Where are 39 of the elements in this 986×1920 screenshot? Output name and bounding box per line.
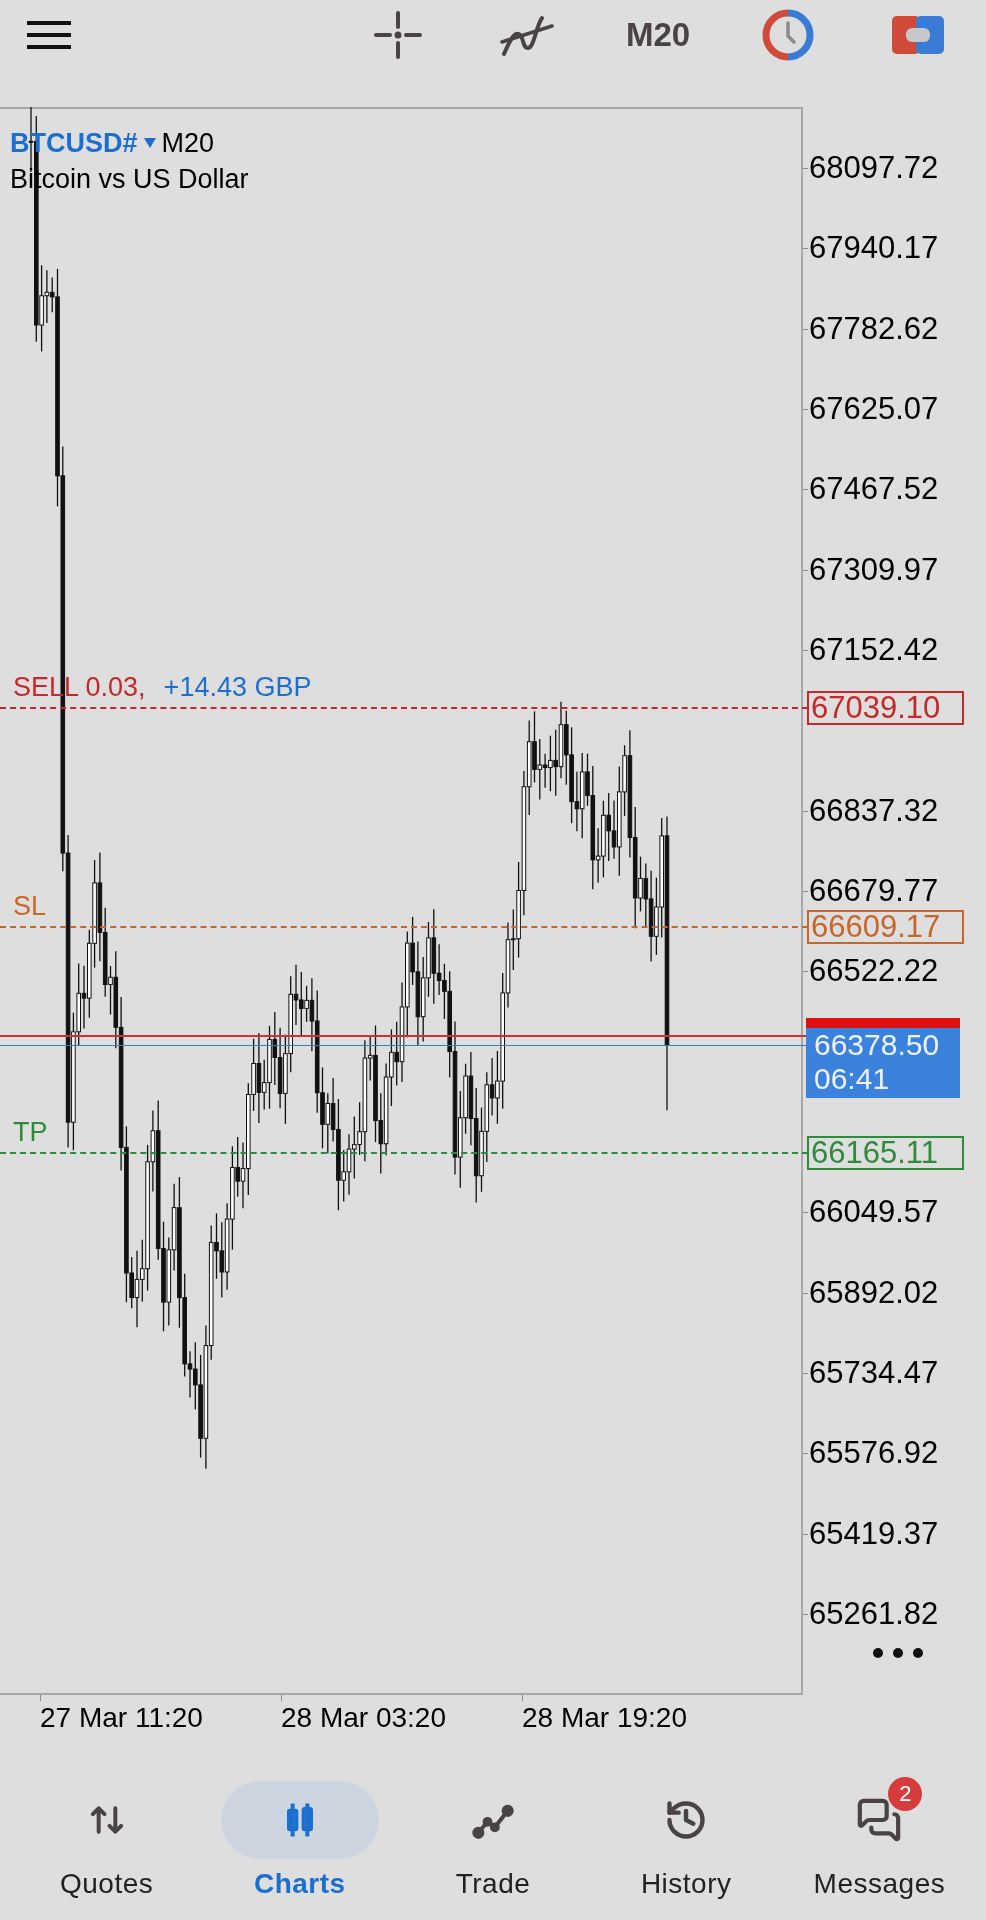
price-tick: 65576.92 — [809, 1436, 939, 1471]
price-tick: 66837.32 — [809, 793, 939, 828]
nav-tab[interactable]: Trade — [396, 1781, 590, 1901]
order-line-label: SL — [13, 891, 47, 921]
price-tick: 65419.37 — [809, 1516, 939, 1551]
order-price-tag: 67039.10 — [807, 690, 964, 725]
order-price-tag: 66609.17 — [807, 910, 964, 944]
price-tick: 66522.22 — [809, 954, 939, 989]
timeframe-button[interactable]: M20 — [625, 10, 691, 60]
time-label: 27 Mar 11:20 — [40, 1701, 203, 1735]
order-price-tag: 66165.11 — [807, 1136, 964, 1171]
price-tick: 65734.47 — [809, 1356, 939, 1390]
price-tick: 67467.52 — [809, 472, 939, 507]
crosshair-icon[interactable] — [373, 10, 423, 60]
price-tick: 65892.02 — [809, 1275, 939, 1310]
price-tick: 68097.72 — [809, 151, 939, 185]
menu-icon[interactable] — [27, 20, 71, 50]
current-price: 66378.50 — [814, 1027, 941, 1062]
price-tick: 67782.62 — [809, 311, 939, 346]
price-tick: 65261.82 — [809, 1597, 939, 1631]
unread-badge: 2 — [888, 1777, 923, 1811]
clock-icon[interactable] — [762, 9, 814, 61]
order-profit: +14.43 GBP — [163, 671, 312, 702]
price-tick: 67152.42 — [809, 633, 939, 667]
nav-tab[interactable]: Quotes — [10, 1781, 204, 1901]
order-line-label: TP — [13, 1117, 48, 1148]
more-icon[interactable] — [872, 1647, 924, 1659]
price-tick: 66679.77 — [809, 874, 939, 908]
time-label: 28 Mar 03:20 — [281, 1701, 446, 1735]
bar-countdown: 06:41 — [814, 1061, 891, 1096]
time-label: 28 Mar 19:20 — [522, 1701, 687, 1735]
toggle-icon[interactable] — [892, 16, 944, 54]
nav-tab[interactable]: History — [589, 1781, 783, 1901]
dropdown-icon[interactable] — [143, 138, 156, 148]
price-tick: 67940.17 — [809, 231, 939, 266]
price-tick: 67309.97 — [809, 552, 939, 587]
chart-timeframe: M20 — [161, 127, 215, 160]
price-tick: 67625.07 — [809, 392, 939, 426]
price-tick: 66049.57 — [809, 1195, 939, 1230]
